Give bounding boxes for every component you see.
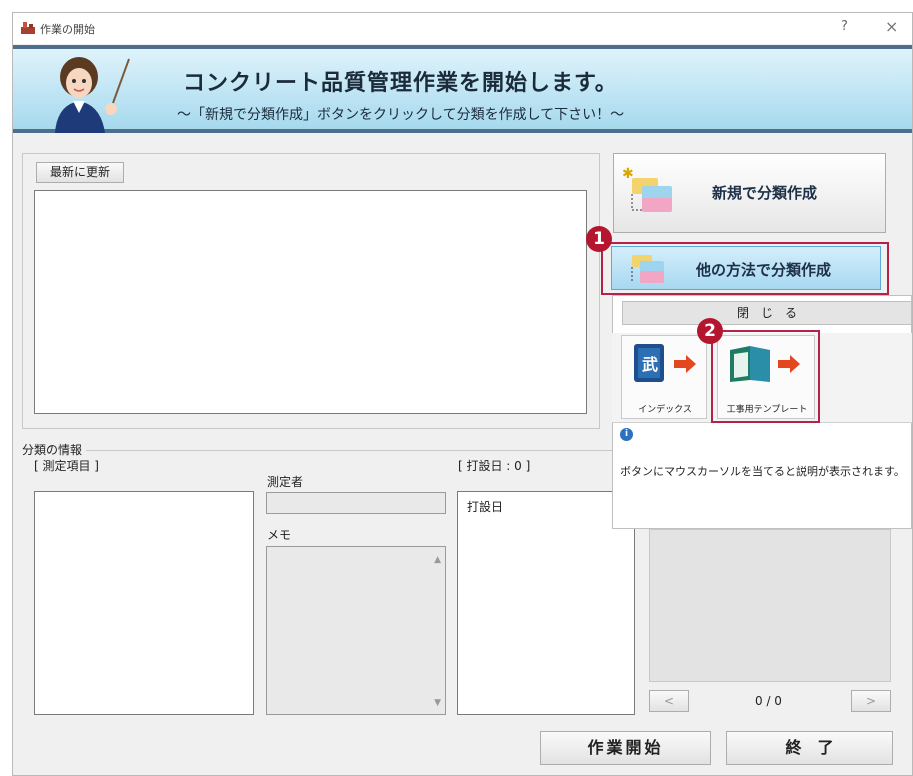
scroll-down-icon[interactable]: ▼ bbox=[434, 698, 441, 708]
index-book-icon: 武 bbox=[634, 344, 696, 382]
measurement-items-list[interactable] bbox=[34, 491, 254, 715]
pour-date-column: 打設日 bbox=[467, 500, 504, 514]
info-group-divider bbox=[22, 450, 626, 451]
template-label: 工事用テンプレート bbox=[726, 405, 808, 415]
refresh-button[interactable]: 最新に更新 bbox=[36, 162, 124, 183]
start-work-button[interactable]: 作業開始 bbox=[540, 731, 711, 765]
items-label: [ 測定項目 ] bbox=[34, 459, 99, 473]
close-popup-strip[interactable]: 閉 じ る bbox=[622, 301, 912, 325]
pager-next-button[interactable]: > bbox=[851, 690, 891, 712]
step-badge-2: 2 bbox=[697, 318, 723, 344]
window-title: 作業の開始 bbox=[40, 23, 95, 36]
other-method-label: 他の方法で分類作成 bbox=[696, 261, 832, 279]
other-folder-icon bbox=[631, 255, 664, 283]
template-book-icon bbox=[730, 346, 800, 382]
pager-prev-button[interactable]: < bbox=[649, 690, 689, 712]
guide-woman-icon bbox=[55, 57, 130, 133]
step-badge-1: 1 bbox=[586, 226, 612, 252]
construction-template-button[interactable]: 工事用テンプレート bbox=[717, 335, 815, 419]
svg-text:✱: ✱ bbox=[622, 166, 634, 182]
banner-subtitle: ～「新規で分類作成」ボタンをクリックして分類を作成して下さい！～ bbox=[177, 107, 625, 123]
help-button[interactable]: ? bbox=[841, 19, 848, 34]
pour-date-header: [ 打設日 : 0 ] bbox=[458, 459, 531, 473]
other-method-button[interactable]: 他の方法で分類作成 bbox=[611, 246, 881, 290]
memo-label: メモ bbox=[267, 528, 292, 542]
measurer-field[interactable] bbox=[266, 492, 446, 514]
pager-status: 0 / 0 bbox=[755, 694, 782, 708]
close-button[interactable]: × bbox=[885, 17, 898, 36]
banner-title: コンクリート品質管理作業を開始します。 bbox=[183, 71, 618, 96]
index-button[interactable]: 武 インデックス bbox=[621, 335, 707, 419]
svg-text:武: 武 bbox=[642, 355, 658, 374]
measurer-label: 測定者 bbox=[267, 475, 304, 489]
title-bar: 作業の開始 ? × bbox=[13, 13, 912, 44]
memo-field[interactable]: ▲ ▼ bbox=[266, 546, 446, 715]
pour-date-list[interactable]: 打設日 bbox=[457, 491, 635, 715]
start-work-dialog: 作業の開始 ? × コンクリート品質管理作業を開始します。 ～「新規で分類作成」… bbox=[12, 12, 913, 776]
new-category-label: 新規で分類作成 bbox=[712, 184, 818, 202]
new-folder-icon: ✱ bbox=[622, 166, 672, 212]
index-label: インデックス bbox=[638, 405, 692, 415]
app-icon bbox=[21, 22, 35, 34]
new-category-button[interactable]: ✱ 新規で分類作成 bbox=[613, 153, 886, 233]
scroll-up-icon[interactable]: ▲ bbox=[434, 555, 441, 565]
banner: コンクリート品質管理作業を開始します。 ～「新規で分類作成」ボタンをクリックして… bbox=[13, 45, 912, 133]
info-description: ボタンにマウスカーソルを当てると説明が表示されます。 bbox=[620, 465, 905, 478]
preview-area bbox=[649, 529, 891, 682]
end-button[interactable]: 終 了 bbox=[726, 731, 893, 765]
info-icon: i bbox=[620, 428, 633, 441]
info-group-label: 分類の情報 bbox=[22, 441, 87, 458]
category-list[interactable] bbox=[34, 190, 587, 414]
